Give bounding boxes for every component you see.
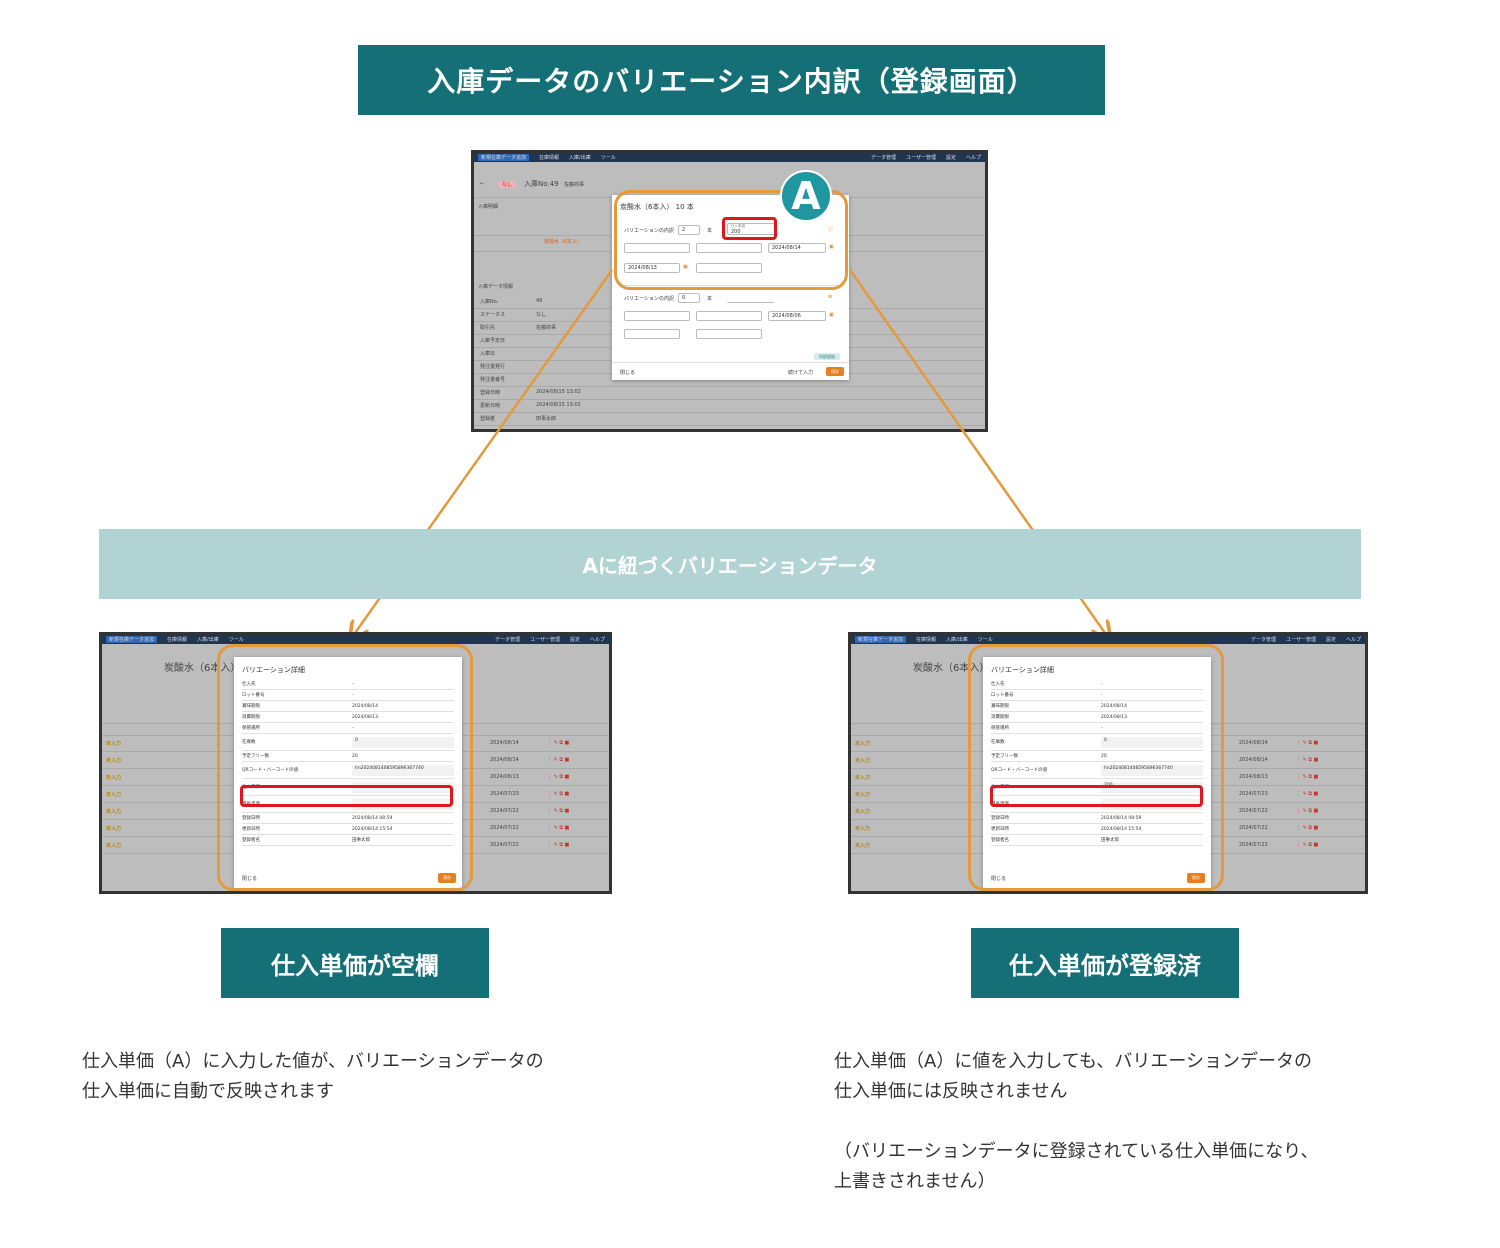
nav-new[interactable]: 新規在庫データ追加 <box>855 636 907 643</box>
warn-cell: 未入力 <box>855 843 871 849</box>
warn-cell: 未入力 <box>855 758 871 764</box>
warn-cell: 未入力 <box>106 758 122 764</box>
nav-stock[interactable]: 在庫情報 <box>167 636 187 643</box>
date-cell: 2024/08/14 <box>490 740 519 746</box>
date-cell: 2024/08/14 <box>1239 740 1268 746</box>
nav-data[interactable]: データ管理 <box>495 636 520 643</box>
date-cell: 2024/08/13 <box>490 774 519 780</box>
date-cell: 2024/07/22 <box>1239 808 1268 814</box>
highlight-left-modal <box>217 644 473 891</box>
row-actions-icon[interactable]: ⋮ ✎ ⧉ ■ <box>547 774 569 780</box>
row-actions-icon[interactable]: ⋮ ✎ ⧉ ■ <box>547 757 569 763</box>
date-cell: 2024/07/22 <box>490 842 519 848</box>
date-cell: 2024/07/22 <box>1239 825 1268 831</box>
highlight-left-price <box>240 785 453 807</box>
nav-settings[interactable]: 設定 <box>570 636 580 643</box>
warn-cell: 未入力 <box>106 809 122 815</box>
warn-cell: 未入力 <box>855 826 871 832</box>
date-cell: 2024/08/14 <box>1239 757 1268 763</box>
warn-cell: 未入力 <box>106 843 122 849</box>
date-cell: 2024/07/23 <box>490 791 519 797</box>
nav-new[interactable]: 新規在庫データ追加 <box>106 636 158 643</box>
nav-help[interactable]: ヘルプ <box>1346 636 1361 643</box>
row-actions-icon[interactable]: ⋮ ✎ ⧉ ■ <box>1296 842 1318 848</box>
label-left: 仕入単価が空欄 <box>221 928 489 998</box>
row-actions-icon[interactable]: ⋮ ✎ ⧉ ■ <box>1296 808 1318 814</box>
date-cell: 2024/07/22 <box>490 808 519 814</box>
nav-stock[interactable]: 在庫情報 <box>916 636 936 643</box>
warn-cell: 未入力 <box>855 809 871 815</box>
row-actions-icon[interactable]: ⋮ ✎ ⧉ ■ <box>1296 825 1318 831</box>
nav-settings[interactable]: 設定 <box>1326 636 1336 643</box>
subtitle-banner: Aに紐づくバリエーションデータ <box>99 529 1361 599</box>
row-actions-icon[interactable]: ⋮ ✎ ⧉ ■ <box>547 825 569 831</box>
warn-cell: 未入力 <box>855 775 871 781</box>
nav-users[interactable]: ユーザー管理 <box>1286 636 1316 643</box>
warn-cell: 未入力 <box>106 792 122 798</box>
date-cell: 2024/08/13 <box>1239 774 1268 780</box>
row-actions-icon[interactable]: ⋮ ✎ ⧉ ■ <box>547 791 569 797</box>
nav-tools[interactable]: ツール <box>978 636 993 643</box>
nav-inout[interactable]: 入庫/出庫 <box>946 636 968 643</box>
date-cell: 2024/07/22 <box>1239 842 1268 848</box>
nav-inout[interactable]: 入庫/出庫 <box>197 636 219 643</box>
description-right: 仕入単価（A）に値を入力しても、バリエーションデータの 仕入単価には反映されませ… <box>834 1051 1319 1192</box>
warn-cell: 未入力 <box>106 826 122 832</box>
row-actions-icon[interactable]: ⋮ ✎ ⧉ ■ <box>1296 757 1318 763</box>
app-nav-bar: 新規在庫データ追加 在庫情報 入庫/出庫 ツール データ管理 ユーザー管理 設定… <box>851 635 1365 644</box>
row-actions-icon[interactable]: ⋮ ✎ ⧉ ■ <box>1296 791 1318 797</box>
row-actions-icon[interactable]: ⋮ ✎ ⧉ ■ <box>547 842 569 848</box>
warn-cell: 未入力 <box>855 741 871 747</box>
row-actions-icon[interactable]: ⋮ ✎ ⧉ ■ <box>547 740 569 746</box>
highlight-right-modal <box>968 644 1224 891</box>
warn-cell: 未入力 <box>106 741 122 747</box>
nav-tools[interactable]: ツール <box>229 636 244 643</box>
nav-data[interactable]: データ管理 <box>1251 636 1276 643</box>
date-cell: 2024/08/14 <box>490 757 519 763</box>
date-cell: 2024/07/23 <box>1239 791 1268 797</box>
warn-cell: 未入力 <box>855 792 871 798</box>
warn-cell: 未入力 <box>106 775 122 781</box>
app-nav-bar: 新規在庫データ追加 在庫情報 入庫/出庫 ツール データ管理 ユーザー管理 設定… <box>102 635 609 644</box>
date-cell: 2024/07/22 <box>490 825 519 831</box>
highlight-right-price <box>990 785 1203 807</box>
row-actions-icon[interactable]: ⋮ ✎ ⧉ ■ <box>1296 740 1318 746</box>
nav-help[interactable]: ヘルプ <box>590 636 605 643</box>
row-actions-icon[interactable]: ⋮ ✎ ⧉ ■ <box>1296 774 1318 780</box>
description-left: 仕入単価（A）に入力した値が、バリエーションデータの 仕入単価に自動で反映されま… <box>82 1051 544 1102</box>
nav-users[interactable]: ユーザー管理 <box>530 636 560 643</box>
label-right: 仕入単価が登録済 <box>971 928 1239 998</box>
row-actions-icon[interactable]: ⋮ ✎ ⧉ ■ <box>547 808 569 814</box>
